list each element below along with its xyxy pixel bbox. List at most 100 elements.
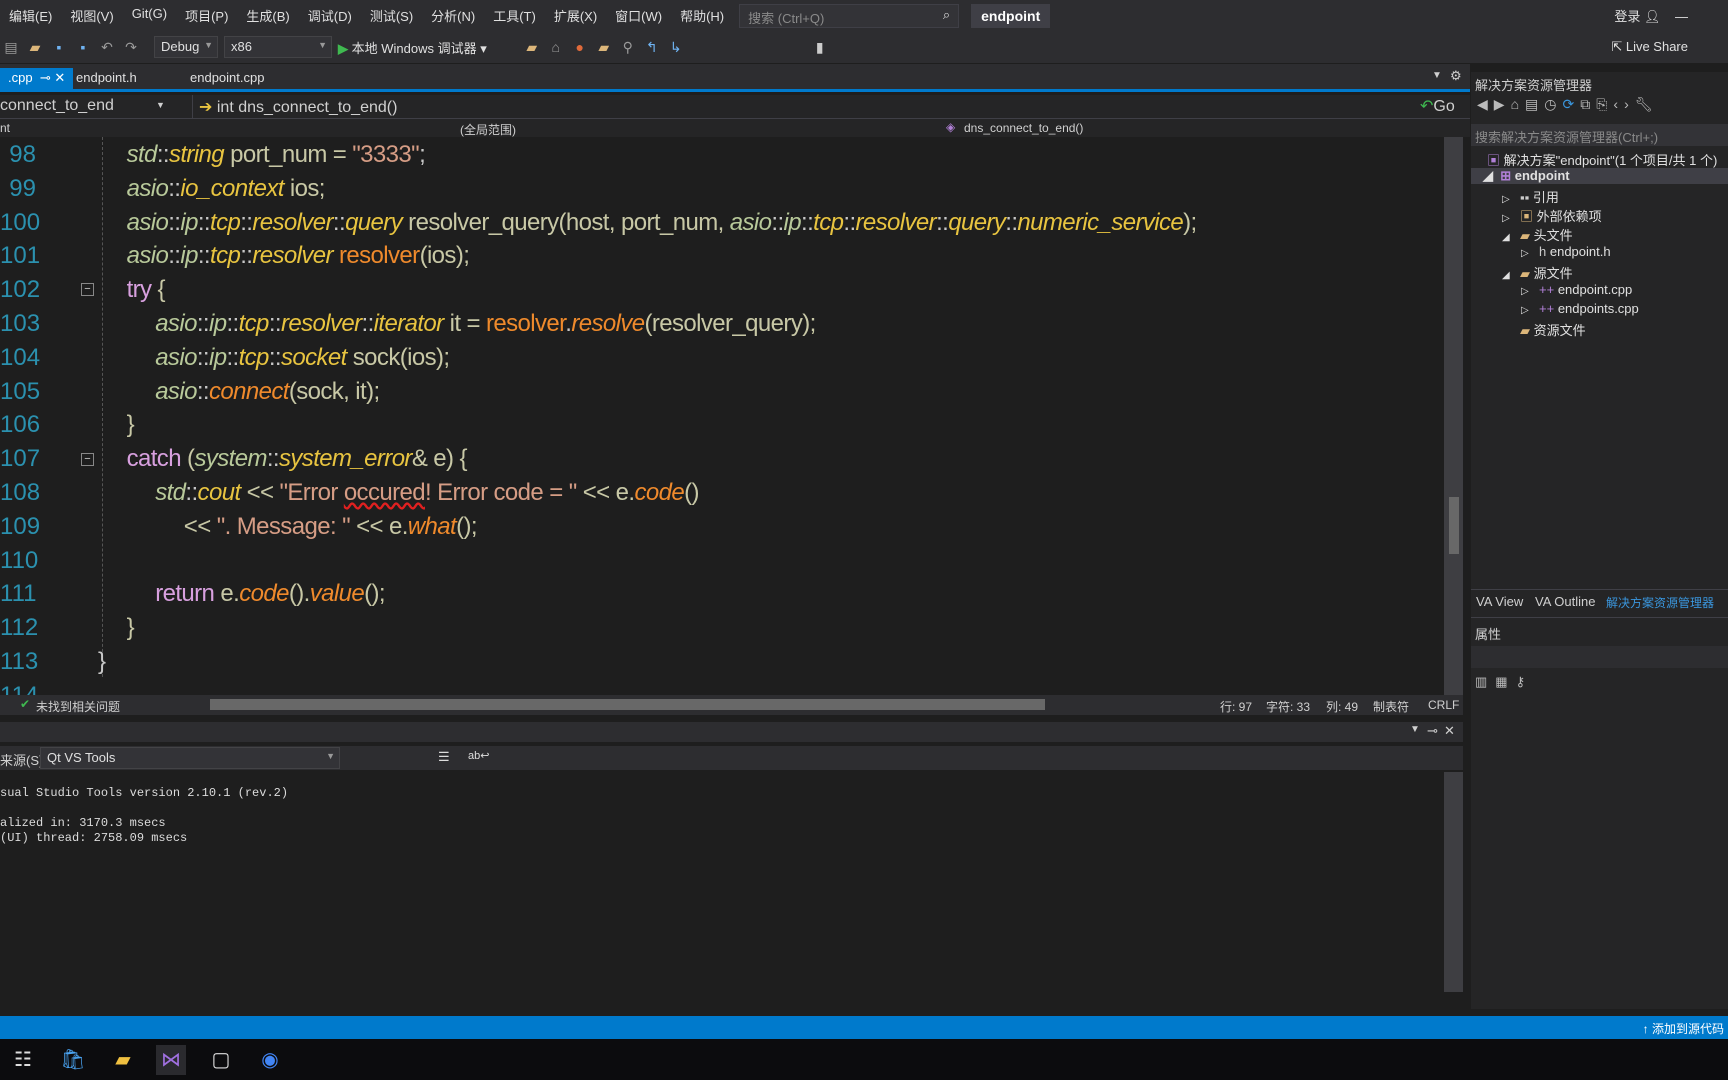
tab-endpoint-h[interactable]: endpoint.h xyxy=(68,68,145,89)
scope-select[interactable]: connect_to_end ▼ xyxy=(0,95,168,118)
visual-studio-icon[interactable]: ⋈ xyxy=(156,1045,186,1075)
refresh-icon[interactable]: ⟳ xyxy=(1562,96,1580,112)
minimize-icon[interactable]: — xyxy=(1675,9,1688,24)
tab-va-view[interactable]: VA View xyxy=(1476,594,1523,609)
menu-item[interactable]: 视图(V) xyxy=(61,6,122,25)
expander-icon[interactable]: ▷ xyxy=(1502,194,1520,205)
collapse-all-icon[interactable]: ⧉ xyxy=(1580,96,1596,112)
issues-status[interactable]: 未找到相关问题 xyxy=(36,698,120,715)
chrome-icon[interactable]: ◉ xyxy=(255,1045,285,1075)
line-ending[interactable]: CRLF xyxy=(1428,698,1459,712)
gear-icon[interactable]: ⚙ xyxy=(1450,68,1462,84)
file-explorer-icon[interactable]: ▰ xyxy=(108,1045,138,1075)
menu-item[interactable]: Git(G) xyxy=(123,6,176,25)
output-scrollbar[interactable] xyxy=(1444,772,1463,992)
toolbar-icon[interactable]: ⌂ xyxy=(547,39,565,55)
tab-va-outline[interactable]: VA Outline xyxy=(1535,594,1595,609)
menu-item[interactable]: 分析(N) xyxy=(422,6,484,25)
redo-icon[interactable]: ↷ xyxy=(122,39,140,56)
wrench-icon[interactable]: 🔧︎ xyxy=(1635,96,1659,112)
pin-icon[interactable]: ⊸ xyxy=(40,70,51,85)
menu-item[interactable]: 扩展(X) xyxy=(545,6,606,25)
menu-item[interactable]: 帮助(H) xyxy=(671,6,733,25)
code-icon[interactable]: ‹› xyxy=(1613,96,1634,112)
tree-item[interactable]: ▷ h endpoint.h xyxy=(1521,244,1611,259)
history-icon[interactable]: ◷ xyxy=(1544,96,1562,112)
horizontal-scrollbar[interactable] xyxy=(210,699,1045,710)
clear-all-icon[interactable]: ☰ xyxy=(438,749,450,765)
categorized-icon[interactable]: ▥ xyxy=(1475,674,1495,689)
task-view-icon[interactable]: ☷ xyxy=(8,1045,38,1075)
switch-view-icon[interactable]: ▤ xyxy=(1525,96,1544,112)
tree-project[interactable]: ◢ ⊞ endpoint xyxy=(1471,168,1728,184)
start-debugging-button[interactable]: ▶ 本地 Windows 调试器 ▾ xyxy=(338,38,487,57)
tab-overflow-icon[interactable]: ▼ xyxy=(1432,70,1442,81)
word-wrap-icon[interactable]: ab↩ xyxy=(468,749,489,762)
indent-mode[interactable]: 制表符 xyxy=(1373,698,1409,715)
close-icon[interactable]: ✕ xyxy=(54,70,65,85)
new-file-icon[interactable]: ▤ xyxy=(2,39,20,56)
store-icon[interactable]: 🛍︎ xyxy=(58,1045,88,1075)
tree-item[interactable]: ▷ ▪▪ 引用 xyxy=(1502,187,1559,206)
member-select[interactable]: dns_connect_to_end() xyxy=(964,121,1083,135)
project-select[interactable]: nt xyxy=(0,121,10,135)
pin-icon[interactable]: ⊸ xyxy=(1427,723,1438,739)
function-select[interactable]: ➔ int dns_connect_to_end() xyxy=(192,95,1412,118)
code-editor[interactable]: − − 98 std::string port_num = "3333"; 99 as… xyxy=(0,137,1444,695)
copy-icon[interactable]: ⎘ xyxy=(1596,96,1613,112)
output-text[interactable]: sual Studio Tools version 2.10.1 (rev.2)… xyxy=(0,772,1444,992)
toolbar-icon[interactable]: ↳ xyxy=(667,39,685,56)
go-button[interactable]: ↶Go xyxy=(1420,96,1455,116)
camera-app-icon[interactable]: ▢ xyxy=(206,1045,236,1075)
tree-item[interactable]: ◢ ▰ 源文件 xyxy=(1502,263,1573,282)
config-select[interactable]: Debug ▼ xyxy=(154,36,218,58)
menu-item[interactable]: 调试(D) xyxy=(299,6,361,25)
collapse-icon[interactable]: − xyxy=(81,283,94,296)
tree-item[interactable]: ▷ ++ endpoints.cpp xyxy=(1521,301,1639,316)
toolbar-icon[interactable]: ↰ xyxy=(643,39,661,56)
add-to-source-control[interactable]: ↑ 添加到源代码 xyxy=(1643,1020,1724,1037)
undo-icon[interactable]: ↶ xyxy=(98,39,116,56)
collapse-icon[interactable]: − xyxy=(81,453,94,466)
tree-item[interactable]: ▷ ++ endpoint.cpp xyxy=(1521,282,1632,297)
solution-search-input[interactable]: 搜索解决方案资源管理器(Ctrl+;) xyxy=(1471,124,1728,146)
menu-item[interactable]: 工具(T) xyxy=(484,6,545,25)
expander-icon[interactable]: ▷ xyxy=(1521,305,1539,316)
tab-endpoint-cpp[interactable]: endpoint.cpp xyxy=(182,68,272,89)
save-all-icon[interactable]: ▪ xyxy=(74,39,92,55)
global-scope-select[interactable]: (全局范围) xyxy=(460,121,516,138)
tree-item[interactable]: ▷ ▣ 外部依赖项 xyxy=(1502,206,1602,225)
save-icon[interactable]: ▪ xyxy=(50,39,68,55)
tab-solution-explorer[interactable]: 解决方案资源管理器 xyxy=(1606,594,1714,611)
menu-item[interactable]: 窗口(W) xyxy=(606,6,671,25)
forward-icon[interactable]: ▶ xyxy=(1494,96,1511,112)
menu-item[interactable]: 编辑(E) xyxy=(0,6,61,25)
login-button[interactable]: 登录 👤︎ — xyxy=(1614,6,1688,25)
tree-solution-root[interactable]: ▣ 解决方案"endpoint"(1 个项目/共 1 个) xyxy=(1487,150,1717,169)
tab-active-cpp[interactable]: .cpp ⊸ ✕ xyxy=(0,68,74,92)
tree-item[interactable]: ◢ ▰ 头文件 xyxy=(1502,225,1573,244)
dropdown-icon[interactable]: ▼ xyxy=(1410,724,1420,735)
menu-item[interactable]: 测试(S) xyxy=(361,6,422,25)
menu-item[interactable]: 生成(B) xyxy=(237,6,298,25)
home-icon[interactable]: ⌂ xyxy=(1511,96,1525,112)
menu-item[interactable]: 项目(P) xyxy=(176,6,237,25)
expander-icon[interactable]: ▷ xyxy=(1521,248,1539,259)
property-pages-icon[interactable]: ▦ xyxy=(1495,674,1515,689)
live-share-button[interactable]: ⇱ Live Share xyxy=(1611,39,1688,55)
toolbar-icon[interactable]: ● xyxy=(571,39,589,55)
platform-select[interactable]: x86 ▼ xyxy=(224,36,332,58)
find-in-files-icon[interactable]: ▰ xyxy=(523,39,541,56)
expander-icon[interactable]: ▷ xyxy=(1521,286,1539,297)
expander-icon[interactable]: ▷ xyxy=(1502,213,1520,224)
key-icon[interactable]: ⚷ xyxy=(1516,674,1534,689)
open-folder-icon[interactable]: ▰ xyxy=(26,39,44,56)
toolbar-icon[interactable]: ⚲ xyxy=(619,39,637,56)
search-input[interactable]: 搜索 (Ctrl+Q) ⌕ xyxy=(739,3,960,28)
scroll-thumb[interactable] xyxy=(1449,497,1459,554)
back-icon[interactable]: ◀ xyxy=(1477,96,1494,112)
toolbar-icon[interactable]: ▰ xyxy=(595,39,613,56)
expander-icon[interactable]: ◢ xyxy=(1502,232,1520,243)
expander-icon[interactable]: ◢ xyxy=(1502,270,1520,281)
close-icon[interactable]: ✕ xyxy=(1444,723,1455,739)
